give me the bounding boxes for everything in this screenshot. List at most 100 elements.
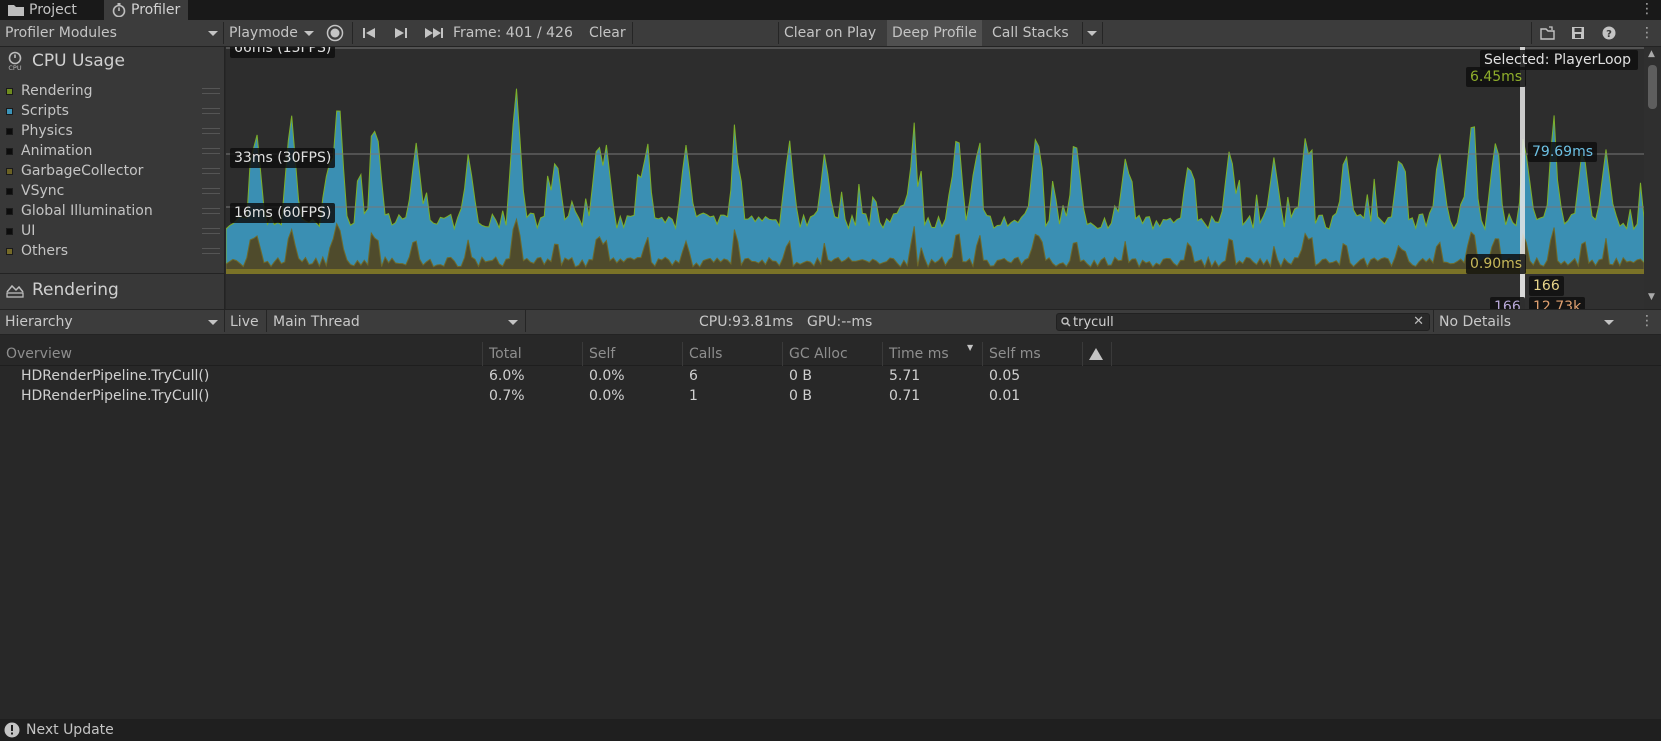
legend-item-label: UI (21, 223, 36, 239)
next-frame-button[interactable] (386, 20, 416, 46)
load-button[interactable] (1534, 20, 1562, 46)
profiler-modules-label: Profiler Modules (5, 25, 117, 41)
legend-color-swatch[interactable] (6, 147, 13, 155)
cpu-usage-chart[interactable]: 66ms (15FPS) 33ms (30FPS) 16ms (60FPS) S… (226, 47, 1644, 274)
legend-item-garbagecollector[interactable]: GarbageCollector (6, 161, 220, 181)
scroll-down-icon[interactable]: ▼ (1648, 292, 1655, 302)
column-calls[interactable]: Calls (682, 342, 782, 366)
clear-on-play-toggle[interactable]: Clear on Play (779, 20, 881, 46)
tab-profiler[interactable]: Profiler (104, 0, 189, 20)
legend-color-swatch[interactable] (6, 127, 13, 135)
warning-icon (1089, 348, 1103, 360)
help-button[interactable]: ? (1596, 20, 1622, 46)
scroll-up-icon[interactable]: ▲ (1648, 49, 1655, 59)
drag-handle-icon[interactable] (202, 88, 220, 94)
view-type-label: Hierarchy (5, 314, 73, 330)
row-self-ms: 0.01 (989, 388, 1021, 404)
live-toggle[interactable]: Live (225, 310, 264, 334)
previous-frame-button[interactable] (354, 20, 384, 46)
tab-profiler-label: Profiler (131, 2, 181, 18)
row-self: 0.0% (589, 368, 625, 384)
legend-item-label: Physics (21, 123, 73, 139)
legend-color-swatch[interactable] (6, 187, 13, 195)
legend-color-swatch[interactable] (6, 167, 13, 175)
column-time-ms-label: Time ms (889, 346, 949, 362)
row-name: HDRenderPipeline.TryCull() (21, 388, 210, 404)
svg-text:?: ? (1606, 29, 1612, 40)
current-frame-button[interactable] (418, 20, 450, 46)
legend-color-swatch[interactable] (6, 247, 13, 255)
drag-handle-icon[interactable] (202, 248, 220, 254)
status-label: Next Update (26, 722, 114, 738)
legend-item-others[interactable]: Others (6, 241, 220, 261)
column-time-ms[interactable]: Time ms ▼ (882, 342, 982, 366)
table-row[interactable]: HDRenderPipeline.TryCull() 0.7% 0.0% 1 0 B 0.… (0, 386, 1661, 406)
toolbar-menu-icon[interactable]: ⋮ (1640, 26, 1654, 40)
drag-handle-icon[interactable] (202, 128, 220, 134)
modules-scrollbar[interactable]: ▲ ▼ (1644, 47, 1661, 309)
legend-item-physics[interactable]: Physics (6, 121, 220, 141)
legend-item-label: Others (21, 243, 69, 259)
window-menu-icon[interactable]: ⋮ (1640, 2, 1654, 16)
drag-handle-icon[interactable] (202, 228, 220, 234)
legend-color-swatch[interactable] (6, 227, 13, 235)
legend-item-label: Scripts (21, 103, 69, 119)
details-dropdown[interactable]: No Details (1434, 310, 1620, 334)
view-type-dropdown[interactable]: Hierarchy (0, 310, 222, 334)
cpu-time-readout: CPU:93.81ms (699, 314, 794, 330)
save-button[interactable] (1564, 20, 1592, 46)
row-self-ms: 0.05 (989, 368, 1021, 384)
call-stacks-toggle[interactable]: Call Stacks (987, 20, 1074, 46)
column-overview[interactable]: Overview (0, 342, 482, 366)
legend-item-animation[interactable]: Animation (6, 141, 220, 161)
details-toolbar: Hierarchy Live Main Thread CPU:93.81ms G… (0, 309, 1661, 335)
row-name: HDRenderPipeline.TryCull() (21, 368, 210, 384)
column-self-ms[interactable]: Self ms (982, 342, 1082, 366)
call-stacks-dropdown[interactable] (1083, 20, 1101, 46)
drag-handle-icon[interactable] (202, 108, 220, 114)
drag-handle-icon[interactable] (202, 208, 220, 214)
deep-profile-toggle[interactable]: Deep Profile (887, 20, 982, 46)
fast-forward-icon (425, 28, 443, 38)
profiler-modules-dropdown[interactable]: Profiler Modules (0, 20, 222, 46)
selected-others-value: 0.90ms (1466, 254, 1527, 274)
rendering-value-setpass: 166 (1490, 297, 1525, 309)
legend-color-swatch[interactable] (6, 87, 13, 95)
cpu-usage-label: CPU Usage (32, 51, 125, 71)
column-gc-alloc[interactable]: GC Alloc (782, 342, 882, 366)
column-total[interactable]: Total (482, 342, 582, 366)
playmode-dropdown[interactable]: Playmode (224, 20, 316, 46)
drag-handle-icon[interactable] (202, 188, 220, 194)
scrollbar-thumb[interactable] (1648, 65, 1657, 109)
search-input[interactable]: trycull (1073, 315, 1114, 330)
legend-item-label: Rendering (21, 83, 93, 99)
search-field[interactable]: trycull ✕ (1056, 313, 1430, 331)
tab-project-label: Project (29, 2, 77, 18)
table-row[interactable]: HDRenderPipeline.TryCull() 6.0% 0.0% 6 0 B 5.… (0, 366, 1661, 386)
clear-search-icon[interactable]: ✕ (1413, 314, 1424, 329)
legend-item-ui[interactable]: UI (6, 221, 220, 241)
record-button[interactable] (320, 20, 350, 46)
drag-handle-icon[interactable] (202, 168, 220, 174)
legend-item-global-illumination[interactable]: Global Illumination (6, 201, 220, 221)
legend-color-swatch[interactable] (6, 107, 13, 115)
column-self[interactable]: Self (582, 342, 682, 366)
info-icon (4, 722, 20, 738)
legend-item-label: GarbageCollector (21, 163, 144, 179)
legend-item-vsync[interactable]: VSync (6, 181, 220, 201)
cpu-usage-module-title[interactable]: CPU CPU Usage (6, 51, 125, 71)
legend-color-swatch[interactable] (6, 207, 13, 215)
drag-handle-icon[interactable] (202, 148, 220, 154)
search-icon (1061, 317, 1071, 327)
details-menu-icon[interactable]: ⋮ (1640, 314, 1654, 328)
rendering-module-title[interactable]: Rendering (6, 280, 119, 300)
rendering-chart[interactable]: 166 166 12.73k (226, 274, 1644, 309)
column-warning[interactable] (1082, 342, 1112, 366)
tab-project[interactable]: Project (0, 0, 85, 20)
chevron-down-icon (304, 31, 314, 36)
legend-item-scripts[interactable]: Scripts (6, 101, 220, 121)
legend-item-rendering[interactable]: Rendering (6, 81, 220, 101)
thread-dropdown[interactable]: Main Thread (268, 310, 524, 334)
clear-button[interactable]: Clear (584, 20, 631, 46)
fps-15-label: 66ms (15FPS) (230, 47, 336, 58)
